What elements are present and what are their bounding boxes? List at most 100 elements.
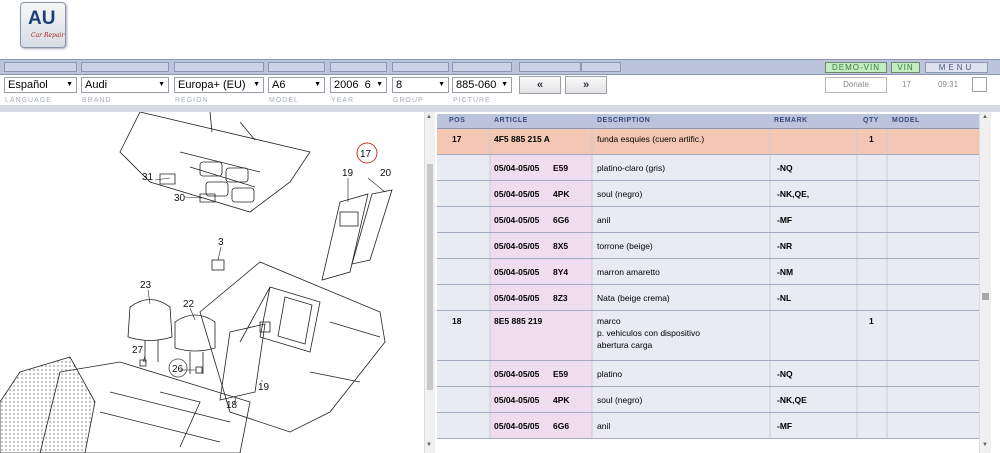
vin-button[interactable]: VIN [891,62,920,73]
table-row[interactable]: 05/04-05/05 8Y4 marron amaretto -NM [437,259,979,285]
menu-segment-next[interactable] [581,62,621,72]
header-description: DESCRIPTION [597,117,651,124]
header-remark: REMARK [774,117,808,124]
callout-20[interactable]: 20 [380,168,392,179]
callout-3[interactable]: 3 [218,237,224,248]
menu-segment-region[interactable] [174,62,264,72]
scroll-up-icon[interactable]: ▲ [982,114,988,120]
model-select[interactable]: A6 ▼ [268,77,325,93]
menu-segment-year[interactable] [330,62,387,72]
diagram-scroll-thumb[interactable] [427,164,433,390]
app-logo[interactable]: AU Car Repair [20,2,66,48]
cell-date: 05/04-05/05 [494,241,540,251]
chevron-down-icon: ▼ [253,81,260,88]
picture-value: 885-060 [456,79,497,91]
cell-article: 4F5 885 215 A [494,134,550,144]
prev-picture-button[interactable]: « [519,76,561,94]
menu-segment-language[interactable] [4,62,77,72]
cell-pos: 18 [452,316,462,326]
table-scroll-thumb[interactable] [982,293,989,300]
region-select[interactable]: Europa+ (EU) ▼ [174,77,264,93]
table-row[interactable]: 05/04-05/05 E59 platino-claro (gris) -NQ [437,155,979,181]
table-row[interactable]: 05/04-05/05 E59 platino -NQ [437,361,979,387]
cell-description: platino-claro (gris) [597,163,666,173]
cell-remark: -NR [777,241,793,251]
scroll-down-icon[interactable]: ▼ [982,442,988,448]
table-row[interactable]: 05/04-05/05 8X5 torrone (beige) -NR [437,233,979,259]
table-row[interactable]: 05/04-05/05 4PK soul (negro) -NK,QE, [437,181,979,207]
picture-select[interactable]: 885-060 ▼ [452,77,512,93]
header-article: ARTICLE [494,117,528,124]
cell-remark: -NK,QE, [777,189,810,199]
cell-description: funda esquies (cuero artific.) [597,134,705,144]
callout-27[interactable]: 27 [132,345,144,356]
callout-19-lower[interactable]: 19 [258,382,270,393]
cell-qty: 1 [869,316,874,326]
label-brand: BRAND [82,97,112,104]
brand-select[interactable]: Audi ▼ [81,77,169,93]
table-row[interactable]: 17 4F5 885 215 A funda esquies (cuero arti… [437,129,979,155]
table-scrollbar[interactable]: ▲ ▼ [979,112,991,453]
cell-description: platino [597,369,623,379]
table-row[interactable]: 05/04-05/05 6G6 anil -MF [437,207,979,233]
cell-remark: -MF [777,215,793,225]
section-divider [0,105,1000,112]
cell-remark: -NQ [777,163,793,173]
cell-article: 8E5 885 219 [494,316,543,326]
scroll-up-icon[interactable]: ▲ [426,114,432,120]
region-value: Europa+ (EU) [178,79,246,91]
next-picture-button[interactable]: » [565,76,607,94]
cell-date: 05/04-05/05 [494,163,540,173]
cell-article: 8Z3 [553,293,568,303]
callout-17[interactable]: 17 [360,149,372,160]
menu-segment-brand[interactable] [81,62,169,72]
menu-segment-group[interactable] [392,62,449,72]
language-select[interactable]: Español ▼ [4,77,77,93]
cell-article: 6G6 [553,421,570,431]
parts-diagram[interactable]: 31 30 3 23 22 27 26 18 19 17 19 20 [0,112,424,453]
group-select[interactable]: 8 ▼ [392,77,449,93]
scroll-down-icon[interactable]: ▼ [426,442,432,448]
parts-diagram-drawing: 31 30 3 23 22 27 26 18 19 17 19 20 [0,112,393,453]
cell-article: E59 [553,369,569,379]
callout-19[interactable]: 19 [342,168,354,179]
table-row[interactable]: 18 8E5 885 219 marco p. vehiculos con dispo… [437,311,979,361]
callout-30[interactable]: 30 [174,193,186,204]
callout-18[interactable]: 18 [226,400,238,411]
cell-article: 6G6 [553,215,570,225]
callout-31[interactable]: 31 [142,172,154,183]
menu-button[interactable]: MENU [925,62,988,73]
year-select[interactable]: 2006 6 ▼ [330,77,387,93]
header-model: MODEL [892,117,920,124]
callout-22[interactable]: 22 [183,299,195,310]
callout-23[interactable]: 23 [140,280,152,291]
cell-remark: -NK,QE [777,395,807,405]
demo-vin-button[interactable]: DEMO-VIN [825,62,887,73]
label-picture: PICTURE [453,97,491,104]
cell-description: torrone (beige) [597,241,653,251]
header-qty: QTY [863,117,879,124]
menu-segment-prev[interactable] [519,62,581,72]
diagram-scrollbar[interactable]: ▲ ▼ [424,112,435,453]
table-row[interactable]: 05/04-05/05 4PK soul (negro) -NK,QE [437,387,979,413]
cell-date: 05/04-05/05 [494,421,540,431]
cell-description: abertura carga [597,340,653,350]
option-checkbox[interactable] [972,77,987,92]
chevron-down-icon: ▼ [158,81,165,88]
table-row[interactable]: 05/04-05/05 8Z3 Nata (beige crema) -NL [437,285,979,311]
label-year: YEAR [331,97,355,104]
parts-table: POS ARTICLE DESCRIPTION REMARK QTY MODEL… [437,112,979,453]
table-header: POS ARTICLE DESCRIPTION REMARK QTY MODEL [437,114,979,129]
label-model: MODEL [269,97,299,104]
top-menu-bar: DEMO-VIN VIN MENU [0,59,1000,75]
cell-description: soul (negro) [597,395,643,405]
language-value: Español [8,79,48,91]
callout-26[interactable]: 26 [172,364,184,375]
cell-pos: 17 [452,134,462,144]
year-value: 2006 6 [334,79,371,91]
table-row[interactable]: 05/04-05/05 6G6 anil -MF [437,413,979,439]
menu-segment-model[interactable] [268,62,325,72]
chevron-down-icon: ▼ [376,81,383,88]
menu-segment-picture[interactable] [452,62,512,72]
donate-button[interactable]: Donate [825,77,887,93]
